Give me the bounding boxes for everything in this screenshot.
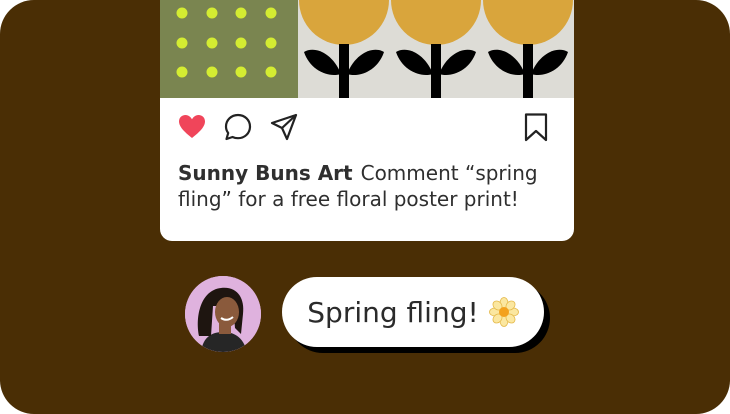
flower-graphic — [299, 0, 389, 98]
flower-tile — [390, 0, 482, 98]
dot-pattern-tile — [160, 0, 298, 98]
comment-bubble-icon[interactable] — [223, 112, 253, 142]
reply-comment-bubble[interactable]: Spring fling! — [282, 277, 544, 347]
post-actions-bar — [160, 112, 574, 146]
post-username[interactable]: Sunny Buns Art — [178, 161, 353, 185]
reply-comment-text: Spring fling! — [307, 295, 479, 329]
bookmark-icon[interactable] — [521, 112, 551, 142]
flower-graphic — [391, 0, 481, 98]
post-image[interactable] — [160, 0, 574, 98]
daisy-emoji-icon — [488, 297, 519, 327]
dot-pattern-graphic — [176, 7, 277, 78]
avatar-portrait — [185, 276, 261, 352]
paper-plane-icon[interactable] — [269, 112, 299, 142]
post-caption: Sunny Buns Art Comment “spring fling” for… — [178, 160, 558, 212]
flower-tile — [482, 0, 574, 98]
flower-graphic — [483, 0, 573, 98]
avatar[interactable] — [185, 276, 261, 352]
canvas: Sunny Buns Art Comment “spring fling” for… — [0, 0, 730, 414]
post-card: Sunny Buns Art Comment “spring fling” for… — [160, 0, 574, 241]
flower-tile — [298, 0, 390, 98]
heart-icon[interactable] — [177, 112, 207, 142]
